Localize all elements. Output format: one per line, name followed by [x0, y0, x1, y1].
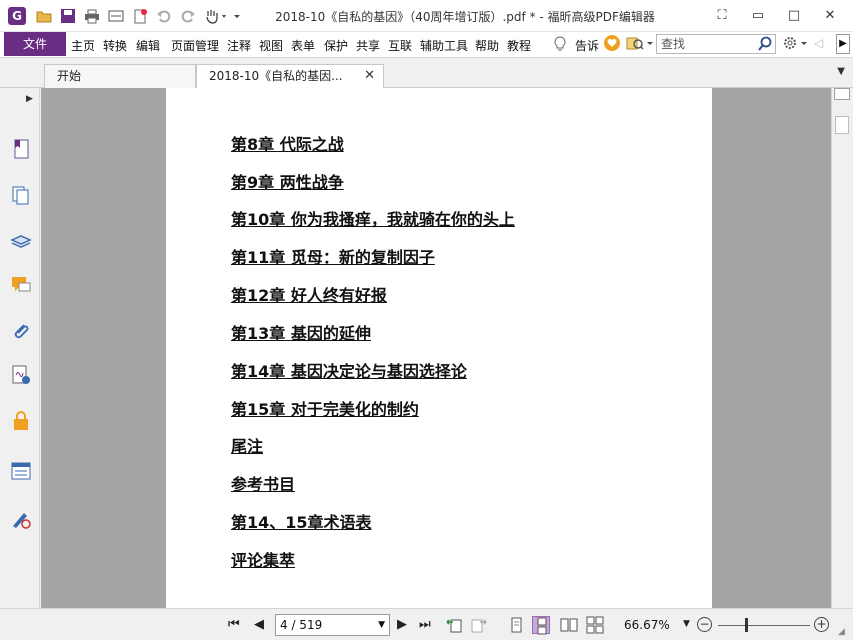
menu-help[interactable]: 帮助 — [475, 37, 499, 54]
redo-icon[interactable] — [180, 8, 196, 24]
toc-link[interactable]: 第8章 代际之战 — [231, 131, 344, 155]
search-placeholder: 查找 — [661, 37, 686, 51]
page-number-field[interactable]: 4 / 519 ▼ — [275, 614, 390, 636]
bookmark-icon[interactable] — [10, 138, 32, 160]
print-icon[interactable] — [84, 8, 100, 24]
close-icon[interactable]: ✕ — [819, 6, 841, 26]
comments-icon[interactable] — [10, 274, 32, 296]
last-page-icon[interactable]: ⏭ — [419, 617, 431, 632]
hand-tool-icon[interactable] — [204, 8, 232, 24]
navigation-panel: ▶ — [0, 88, 40, 640]
zoom-level[interactable]: 66.67% — [624, 618, 670, 632]
toc-link[interactable]: 尾注 — [231, 433, 263, 457]
restore-layout-icon[interactable]: ⛶ — [711, 6, 733, 26]
menu-view[interactable]: 视图 — [259, 37, 283, 54]
menu-comment[interactable]: 注释 — [227, 37, 251, 54]
open-folder-icon[interactable] — [36, 8, 52, 24]
zoom-slider-thumb[interactable] — [744, 618, 748, 632]
toc-link[interactable]: 第11章 觅母：新的复制因子 — [231, 244, 435, 268]
ribbon-menu-bar: 文件 主页 转换 编辑 页面管理 注释 视图 表单 保护 共享 互联 辅助工具 … — [0, 32, 853, 58]
resize-grip-icon: ◢ — [838, 627, 845, 637]
menu-convert[interactable]: 转换 — [103, 37, 127, 54]
toc-link[interactable]: 第12章 好人终有好报 — [231, 282, 387, 306]
menu-share[interactable]: 共享 — [356, 37, 380, 54]
undo-icon[interactable] — [156, 8, 172, 24]
app-logo[interactable]: G — [8, 7, 26, 25]
signature-icon[interactable] — [10, 364, 32, 386]
menu-accessibility[interactable]: 辅助工具 — [420, 37, 468, 54]
pdf-page: 第8章 代际之战 第9章 两性战争 第10章 你为我搔痒，我就骑在你的头上 第1… — [166, 88, 712, 608]
vertical-scrollbar[interactable] — [831, 88, 853, 608]
zoom-dropdown-icon[interactable]: ▼ — [683, 619, 690, 629]
previous-page-icon[interactable]: ◀ — [254, 617, 264, 632]
toc-link[interactable]: 第14、15章术语表 — [231, 509, 372, 533]
ribbon-scroll-right-icon[interactable]: ▶ — [836, 34, 850, 54]
toc-link[interactable]: 第13章 基因的延伸 — [231, 320, 371, 344]
continuous-view-icon[interactable] — [532, 616, 550, 635]
settings-gear-icon[interactable] — [782, 35, 808, 54]
file-menu[interactable]: 文件 — [4, 32, 66, 56]
zoom-in-icon[interactable]: + — [814, 617, 829, 632]
menu-form[interactable]: 表单 — [291, 37, 315, 54]
zoom-slider-track[interactable] — [718, 625, 810, 626]
lightbulb-icon[interactable] — [552, 35, 568, 56]
page-indicator: 4 / 519 — [280, 618, 323, 632]
toc-link[interactable]: 第14章 基因决定论与基因选择论 — [231, 358, 467, 382]
menu-connect[interactable]: 互联 — [388, 37, 412, 54]
find-options-icon[interactable] — [626, 35, 654, 54]
search-input[interactable]: 查找 — [656, 34, 776, 54]
tab-list-dropdown-icon[interactable]: ▼ — [837, 66, 845, 77]
first-page-icon[interactable]: ⏮ — [228, 617, 240, 632]
feedback-heart-icon[interactable] — [604, 35, 620, 54]
menu-home[interactable]: 主页 — [71, 37, 95, 54]
save-icon[interactable] — [60, 8, 76, 24]
menu-protect[interactable]: 保护 — [324, 37, 348, 54]
continuous-facing-view-icon[interactable] — [586, 616, 604, 634]
maximize-icon[interactable]: □ — [783, 6, 805, 26]
toc-link[interactable]: 第10章 你为我搔痒，我就骑在你的头上 — [231, 206, 515, 230]
page-dropdown-icon[interactable]: ▼ — [378, 615, 385, 635]
tell-me[interactable]: 告诉 — [575, 37, 599, 54]
toc-link[interactable]: 第9章 两性战争 — [231, 169, 344, 193]
document-tab-bar: 开始 2018-10《自私的基因... ✕ ▼ — [0, 58, 853, 88]
new-icon[interactable] — [132, 8, 148, 24]
attachments-icon[interactable] — [10, 320, 32, 342]
tab-start-label: 开始 — [57, 69, 82, 83]
window-title: 2018-10《自私的基因》（40周年增订版）.pdf * - 福昕高级PDF编… — [275, 10, 655, 24]
security-icon[interactable] — [10, 410, 32, 432]
toc-link[interactable]: 第15章 对于完美化的制约 — [231, 396, 419, 420]
menu-edit[interactable]: 编辑 — [136, 37, 160, 54]
search-icon[interactable] — [757, 36, 773, 52]
expand-panel-icon[interactable]: ▶ — [26, 94, 33, 104]
document-view[interactable]: 第8章 代际之战 第9章 两性战争 第10章 你为我搔痒，我就骑在你的头上 第1… — [41, 88, 831, 608]
menu-tutorial[interactable]: 教程 — [507, 37, 531, 54]
layers-icon[interactable] — [10, 230, 32, 252]
next-page-icon[interactable]: ▶ — [397, 617, 407, 632]
previous-view-icon[interactable] — [445, 616, 463, 634]
zoom-out-icon[interactable]: − — [697, 617, 712, 632]
toc-link[interactable]: 评论集萃 — [231, 547, 295, 571]
tab-document-label: 2018-10《自私的基因... — [209, 69, 343, 83]
minimize-icon[interactable]: ▭ — [747, 6, 769, 26]
scan-icon[interactable] — [108, 8, 124, 24]
scrollbar-thumb[interactable] — [835, 116, 849, 134]
single-page-view-icon[interactable] — [507, 616, 525, 634]
toc-link[interactable]: 参考书目 — [231, 471, 295, 495]
tab-start[interactable]: 开始 — [44, 64, 196, 88]
title-bar: G 2018-10《自私的基因》（40周年增订版）.pdf * - 福昕高级PD… — [0, 0, 853, 32]
scroll-up-button[interactable] — [834, 88, 850, 100]
tab-document[interactable]: 2018-10《自私的基因... ✕ — [196, 64, 384, 88]
next-view-icon[interactable] — [470, 616, 488, 634]
menu-page-management[interactable]: 页面管理 — [171, 37, 219, 54]
certify-icon[interactable] — [10, 508, 32, 530]
close-tab-icon[interactable]: ✕ — [364, 65, 375, 87]
facing-view-icon[interactable] — [560, 616, 578, 634]
ribbon-scroll-left-icon[interactable]: ◁ — [814, 36, 823, 50]
pages-icon[interactable] — [10, 184, 32, 206]
status-bar: ⏮ ◀ 4 / 519 ▼ ▶ ⏭ 66.67% ▼ − + ◢ — [0, 608, 853, 640]
form-fields-icon[interactable] — [10, 460, 32, 482]
